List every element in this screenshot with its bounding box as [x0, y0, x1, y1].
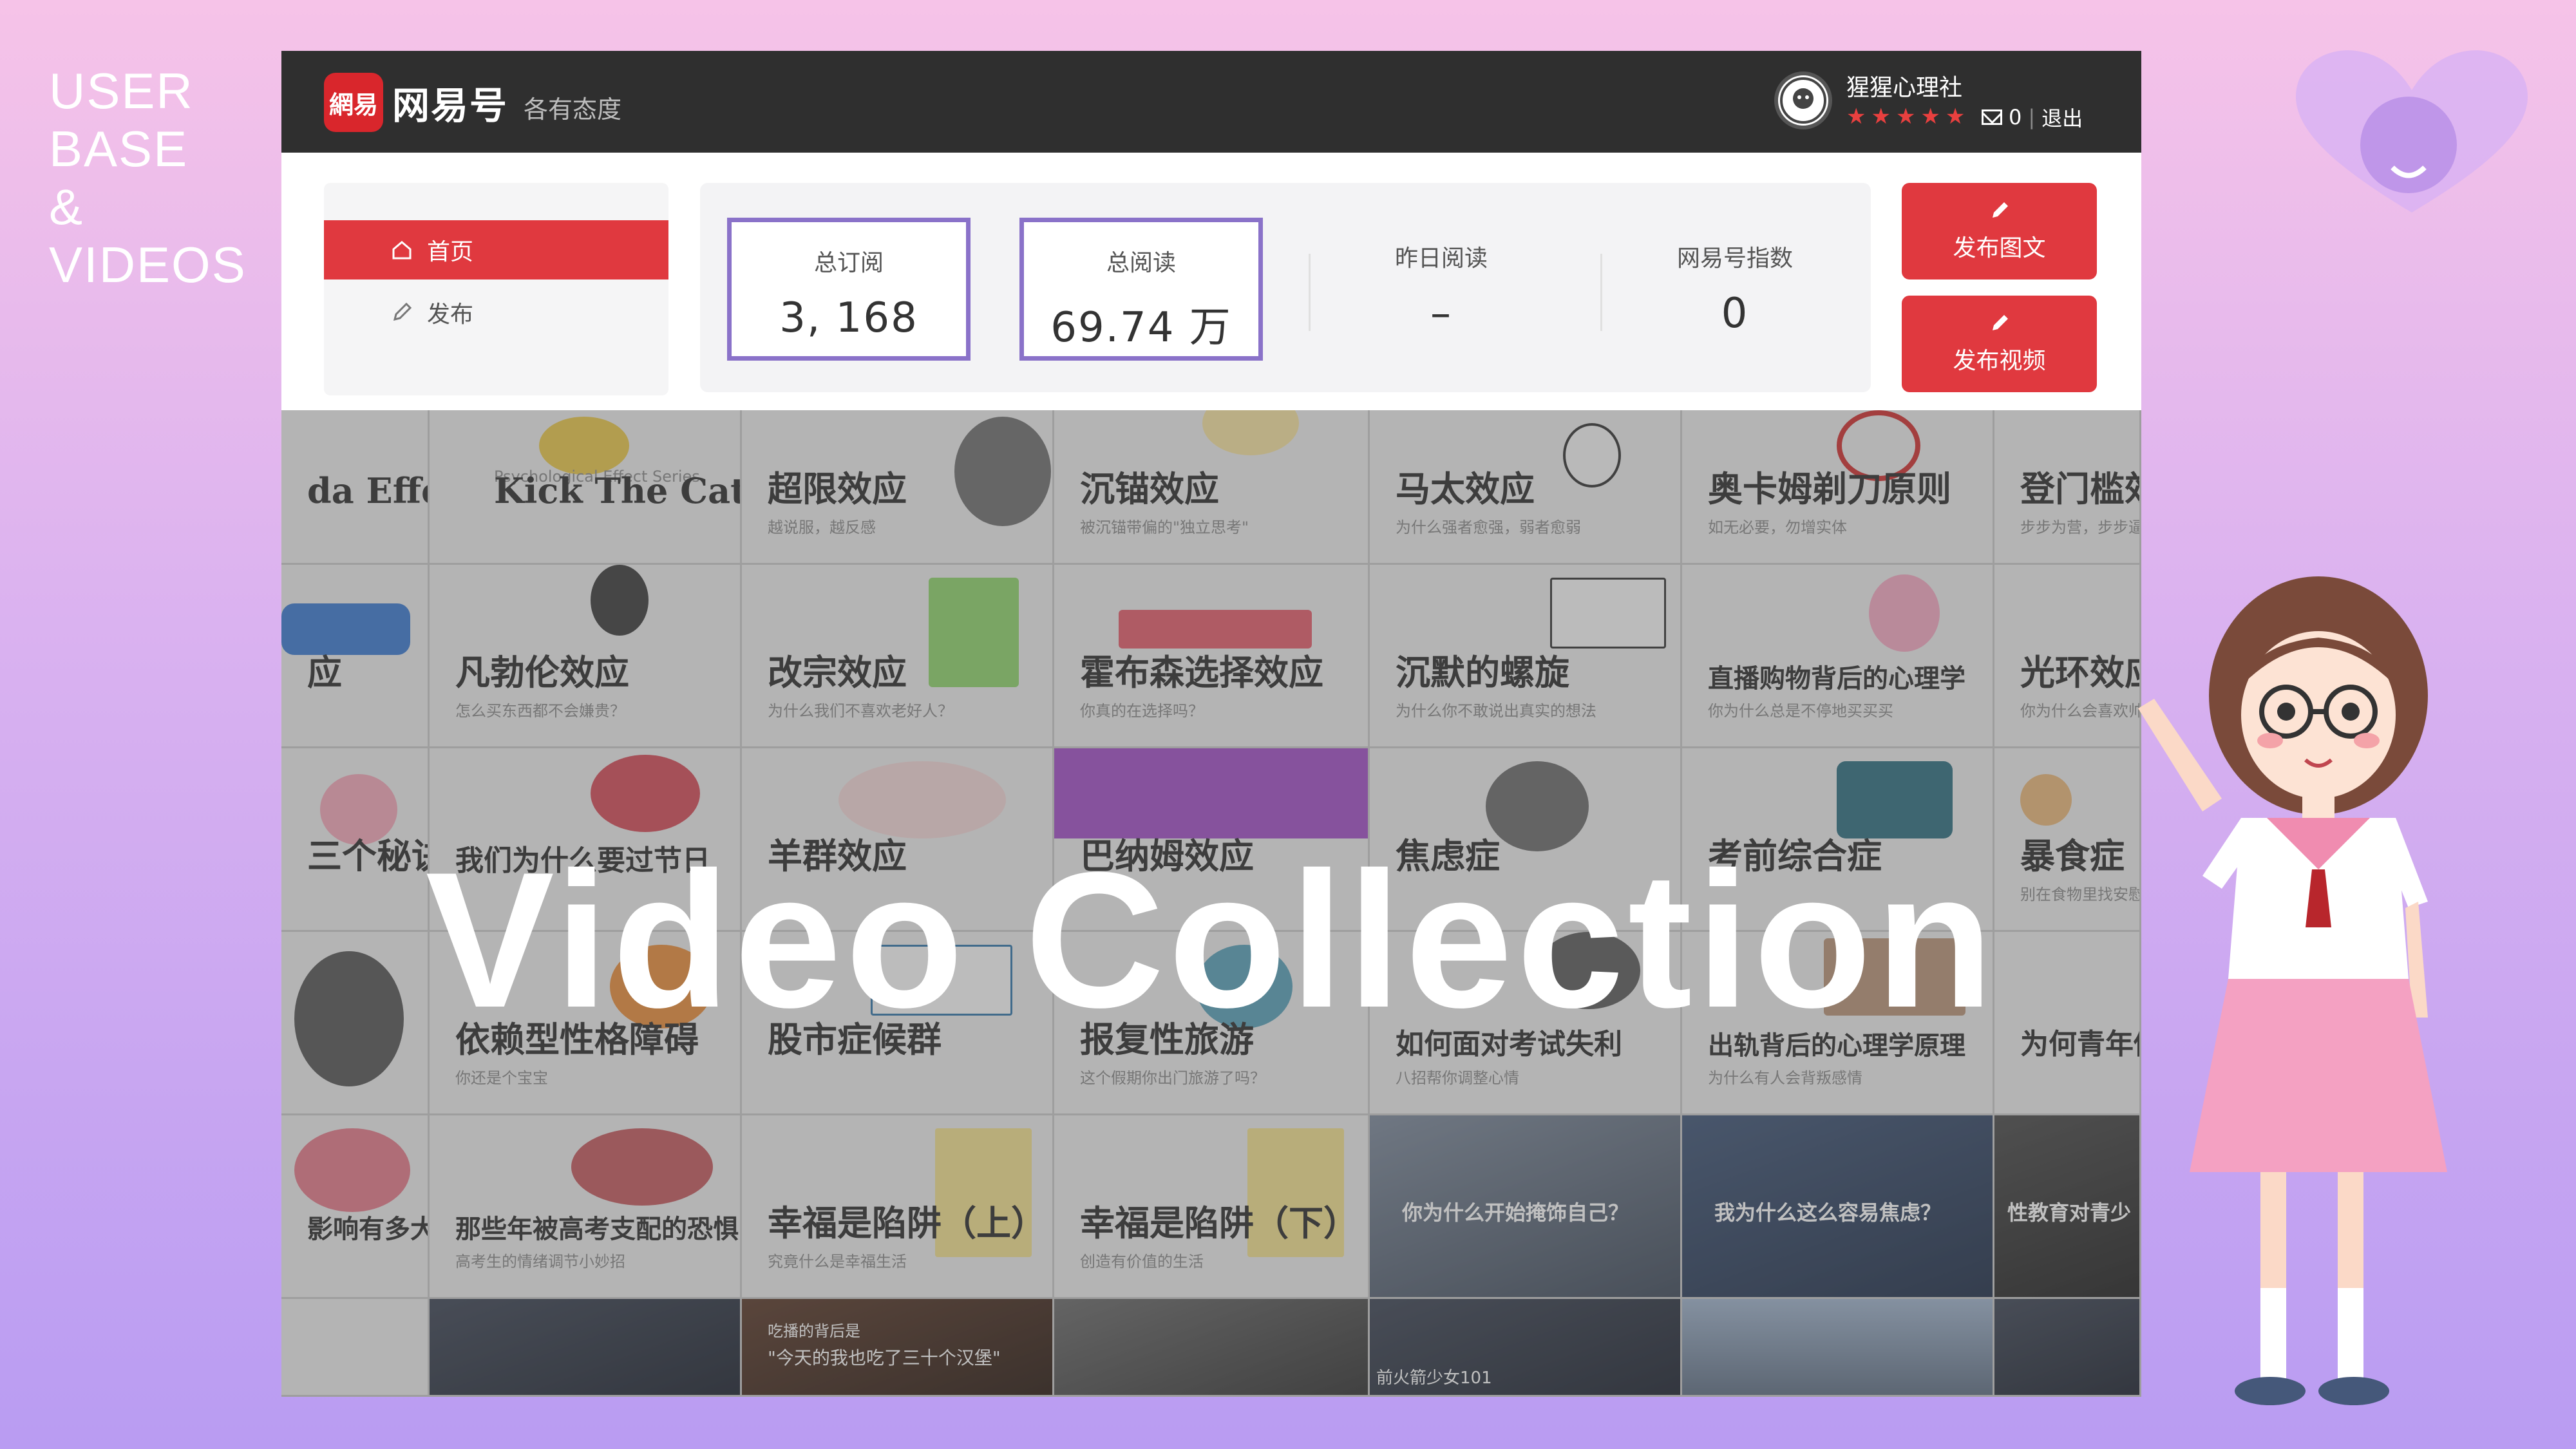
menu-item-publish[interactable]: 发布 [324, 283, 668, 342]
divider [1600, 254, 1602, 331]
stat-label: 总阅读 [1106, 250, 1176, 276]
logo-name: 网易号 [392, 84, 509, 128]
overlay-title: Video Collection [425, 831, 1998, 1048]
side-title-line: & [49, 178, 84, 235]
side-title-line: VIDEOS [49, 236, 247, 293]
divider [1309, 254, 1311, 331]
app-window: 網易 网易号 各有态度 猩猩心理社 ★★★★★ 0 | 退出 首页 发布 总订阅… [281, 51, 2141, 1397]
avatar[interactable] [1774, 71, 1832, 129]
stat-label: 总订阅 [813, 250, 884, 276]
top-bar: 網易 网易号 各有态度 猩猩心理社 ★★★★★ 0 | 退出 [281, 51, 2141, 153]
mail-count[interactable]: 0 [2009, 105, 2022, 129]
side-menu: 首页 发布 [324, 183, 668, 395]
pencil-icon [1992, 315, 2008, 330]
user-name[interactable]: 猩猩心理社 [1846, 69, 1962, 102]
logo-slogan: 各有态度 [524, 95, 622, 124]
side-title-line: USER [49, 62, 194, 119]
side-title-line: BASE [49, 120, 189, 177]
heart-decoration [2296, 50, 2528, 213]
rating-stars: ★★★★★ [1846, 104, 1971, 129]
user-panel: 猩猩心理社 ★★★★★ 0 | 退出 [1774, 66, 2090, 137]
stat-value: 3, 168 [779, 294, 918, 342]
logout-link[interactable]: 退出 [2041, 102, 2083, 132]
stat-label: 网易号指数 [1676, 245, 1793, 272]
menu-item-label: 首页 [427, 239, 474, 265]
stat-yesterday-reads: 昨日阅读 – [1320, 218, 1563, 361]
stat-value: 0 [1721, 290, 1749, 337]
button-label: 发布视频 [1953, 348, 2046, 374]
home-icon [392, 241, 412, 260]
publish-video-button[interactable]: 发布视频 [1902, 296, 2097, 392]
menu-item-home[interactable]: 首页 [324, 220, 668, 279]
mail-area: 0 | 退出 [1982, 102, 2083, 132]
publish-article-button[interactable]: 发布图文 [1902, 183, 2097, 279]
separator: | [2028, 105, 2036, 129]
avatar-image [1780, 77, 1826, 124]
stat-value: – [1430, 290, 1452, 337]
pencil-icon [1992, 202, 2008, 218]
menu-item-label: 发布 [427, 301, 474, 328]
stat-total-subscribers: 总订阅 3, 168 [727, 218, 971, 361]
stats-panel: 总订阅 3, 168 总阅读 69.74 万 昨日阅读 – 网易号指数 0 [700, 183, 1871, 392]
stat-total-reads: 总阅读 69.74 万 [1019, 218, 1263, 361]
mail-icon[interactable] [1982, 109, 2002, 125]
pencil-icon [393, 302, 412, 321]
netease-logo[interactable]: 網易 网易号 各有态度 [324, 73, 621, 132]
button-label: 发布图文 [1953, 235, 2046, 261]
stat-netease-index: 网易号指数 0 [1613, 218, 1857, 361]
stat-label: 昨日阅读 [1394, 245, 1488, 272]
logo-badge: 網易 [324, 73, 383, 132]
side-title: USER BASE & VIDEOS [49, 62, 247, 294]
cartoon-girl-illustration [2138, 576, 2447, 1405]
stat-value: 69.74 万 [1050, 304, 1232, 352]
